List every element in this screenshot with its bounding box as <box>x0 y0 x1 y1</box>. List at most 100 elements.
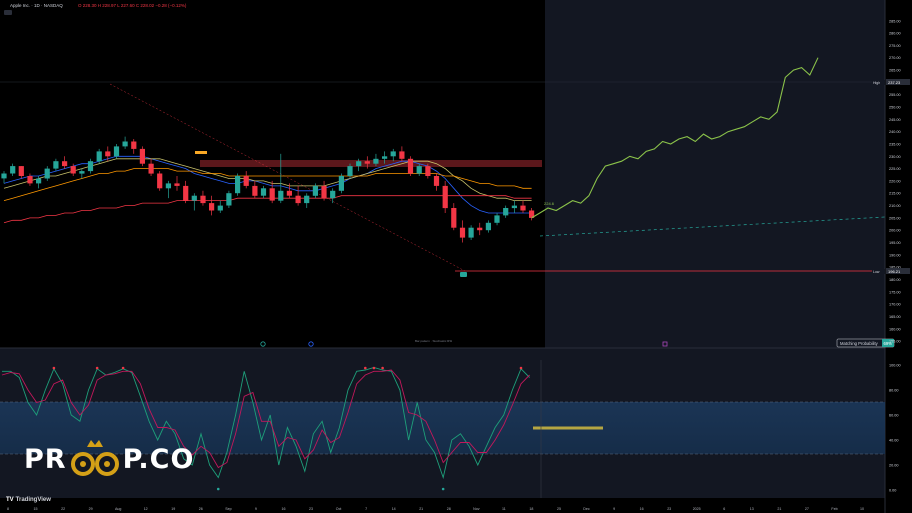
time-tick: 21 <box>777 507 781 511</box>
time-tick: 23 <box>667 507 671 511</box>
candle-body <box>304 195 310 204</box>
candle-body <box>70 166 76 174</box>
candle-body <box>356 161 362 167</box>
time-tick: 21 <box>419 507 423 511</box>
candle-body <box>53 161 59 169</box>
candle-body <box>200 195 206 204</box>
candle-body <box>503 208 509 216</box>
collapse-button[interactable] <box>4 10 12 15</box>
candle-body <box>122 141 128 147</box>
time-tick: Nov <box>473 507 480 511</box>
time-tick: 14 <box>392 507 396 511</box>
candle-body <box>477 227 483 231</box>
oversold-marker <box>441 487 445 491</box>
candle-body <box>321 185 327 199</box>
time-tick: 28 <box>447 507 451 511</box>
tv-logo-text: TradingView <box>15 497 51 503</box>
candle-body <box>338 176 344 191</box>
overbought-marker <box>52 366 56 370</box>
candle-body <box>468 227 474 238</box>
candle-body <box>382 156 388 159</box>
overbought-marker <box>121 366 125 370</box>
time-tick: 11 <box>502 507 506 511</box>
candle-body <box>44 168 50 179</box>
candle-body <box>433 176 440 186</box>
candle-body <box>520 205 526 211</box>
osc-tick: 20.00 <box>889 464 899 468</box>
resistance-zone <box>200 160 542 167</box>
candle-body <box>494 215 500 223</box>
indicator-credit: Bar pattern · Stochastic RSI <box>415 339 452 343</box>
price-tick: 215.00 <box>889 192 901 196</box>
overbought-marker <box>381 366 384 370</box>
price-tick: 200.00 <box>889 229 901 233</box>
price-tick: 160.00 <box>889 327 901 331</box>
candle-body <box>364 161 370 164</box>
candlestick <box>235 173 241 196</box>
price-tick: 280.00 <box>889 32 901 36</box>
osc-tick: 60.00 <box>889 414 899 418</box>
candle-body <box>312 185 318 196</box>
time-tick: 29 <box>89 507 93 511</box>
owl-eyes-icon <box>70 440 119 476</box>
low-label: Low <box>873 270 880 274</box>
time-tick: 18 <box>529 507 533 511</box>
candle-body <box>399 151 405 159</box>
candle-body <box>157 173 163 189</box>
candlestick <box>157 171 163 191</box>
candlestick <box>338 173 344 194</box>
time-tick: 25 <box>557 507 561 511</box>
candle-body <box>260 188 267 196</box>
high-price-value: 237.23 <box>888 80 901 85</box>
candle-body <box>485 222 491 231</box>
time-tick: 9 <box>613 507 615 511</box>
time-tick: 13 <box>750 507 754 511</box>
price-tick: 195.00 <box>889 241 901 245</box>
candle-body <box>18 166 24 176</box>
pattern-start-marker <box>195 151 207 154</box>
symbol-header[interactable]: Apple Inc. · 1D · NASDAQ <box>10 3 63 8</box>
candle-body <box>79 171 85 174</box>
low-marker <box>460 272 467 277</box>
overbought-marker <box>364 366 367 370</box>
price-tick: 190.00 <box>889 253 901 257</box>
candle-body <box>459 227 466 238</box>
time-tick: 16 <box>640 507 644 511</box>
candle-body <box>442 185 448 209</box>
candlestick <box>226 190 232 209</box>
candle-body <box>131 141 137 149</box>
candle-body <box>191 195 197 201</box>
price-tick: 245.00 <box>889 118 901 122</box>
candle-body <box>113 146 120 157</box>
time-tick: 10 <box>860 507 864 511</box>
candle-body <box>148 163 154 174</box>
osc-tick: 40.00 <box>889 439 899 443</box>
time-tick: Dec <box>583 507 590 511</box>
price-tick: 270.00 <box>889 56 901 60</box>
candle-body <box>511 205 517 209</box>
candlestick <box>407 156 414 176</box>
tv-icon: TV <box>6 497 14 503</box>
candle-body <box>183 185 189 201</box>
overbought-marker <box>372 366 376 370</box>
candle-body <box>425 166 431 176</box>
ohlc-values: O 228.30 H 228.97 L 227.60 C 228.02 −0.2… <box>78 3 187 8</box>
osc-tick: 100.00 <box>889 364 901 368</box>
candle-body <box>105 151 111 157</box>
candle-body <box>451 208 457 228</box>
osc-tick: 80.00 <box>889 389 899 393</box>
price-tick: 220.00 <box>889 179 901 183</box>
price-tick: 240.00 <box>889 130 901 134</box>
price-tick: 175.00 <box>889 290 901 294</box>
price-tick: 255.00 <box>889 93 901 97</box>
tradingview-logo[interactable]: TV TradingView <box>6 497 51 503</box>
osc-tick: 0.00 <box>889 489 896 493</box>
candle-body <box>235 176 241 194</box>
time-tick: 8 <box>7 507 9 511</box>
candle-body <box>330 190 336 199</box>
price-tick: 285.00 <box>889 19 901 23</box>
price-tick: 275.00 <box>889 44 901 48</box>
time-tick: 9 <box>255 507 257 511</box>
time-tick: Feb <box>831 507 837 511</box>
candle-body <box>252 185 258 196</box>
